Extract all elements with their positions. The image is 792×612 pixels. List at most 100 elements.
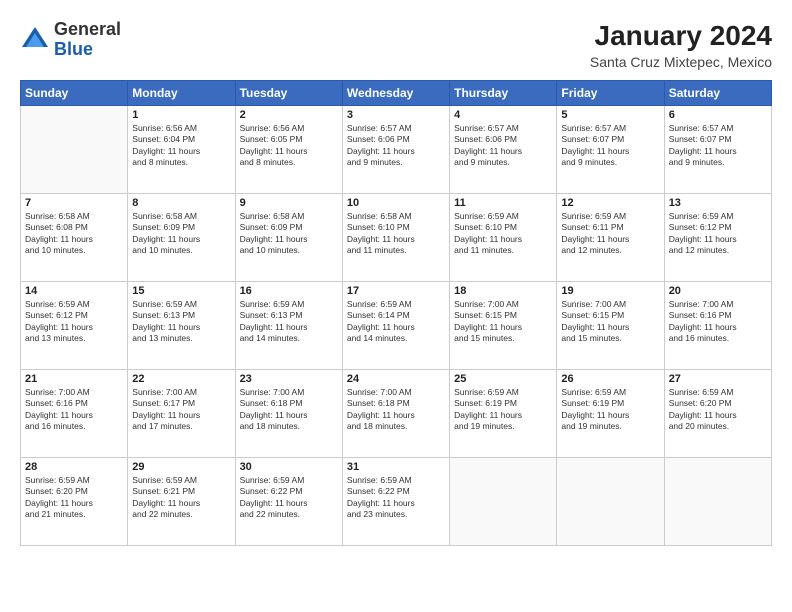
day-number: 16 bbox=[240, 285, 338, 297]
calendar-cell: 25Sunrise: 6:59 AMSunset: 6:19 PMDayligh… bbox=[450, 370, 557, 458]
calendar-cell: 26 Sunrise: 6:59 AMSunset: 6:19 PMDayligh… bbox=[557, 370, 664, 458]
calendar-cell: 17 Sunrise: 6:59 AMSunset: 6:14 PMDayligh… bbox=[342, 282, 449, 370]
day-number: 30 bbox=[240, 461, 338, 473]
calendar-cell: 24 Sunrise: 7:00 AMSunset: 6:18 PMDayligh… bbox=[342, 370, 449, 458]
calendar-header-row: SundayMondayTuesdayWednesdayThursdayFrid… bbox=[21, 81, 772, 106]
day-info: Sunrise: 6:56 AMSunset: 6:05 PMDaylight:… bbox=[240, 123, 338, 169]
day-number: 5 bbox=[561, 109, 659, 121]
calendar-cell: 7Sunrise: 6:58 AMSunset: 6:08 PMDaylight… bbox=[21, 194, 128, 282]
calendar-cell: 2 Sunrise: 6:56 AMSunset: 6:05 PMDaylight… bbox=[235, 106, 342, 194]
calendar-cell: 9 Sunrise: 6:58 AMSunset: 6:09 PMDaylight… bbox=[235, 194, 342, 282]
logo-icon bbox=[20, 25, 50, 55]
day-number: 12 bbox=[561, 197, 659, 209]
day-number: 24 bbox=[347, 373, 445, 385]
calendar-cell: 13Sunrise: 6:59 AMSunset: 6:12 PMDayligh… bbox=[664, 194, 771, 282]
day-info: Sunrise: 7:00 AMSunset: 6:16 PMDaylight:… bbox=[669, 299, 767, 345]
day-number: 8 bbox=[132, 197, 230, 209]
day-number: 10 bbox=[347, 197, 445, 209]
day-info: Sunrise: 6:57 AMSunset: 6:06 PMDaylight:… bbox=[454, 123, 552, 169]
day-header-saturday: Saturday bbox=[664, 81, 771, 106]
calendar-cell: 27 Sunrise: 6:59 AMSunset: 6:20 PMDayligh… bbox=[664, 370, 771, 458]
logo-general: General bbox=[54, 20, 121, 40]
day-number: 18 bbox=[454, 285, 552, 297]
calendar-cell: 4 Sunrise: 6:57 AMSunset: 6:06 PMDaylight… bbox=[450, 106, 557, 194]
calendar-cell: 5Sunrise: 6:57 AMSunset: 6:07 PMDaylight… bbox=[557, 106, 664, 194]
day-header-wednesday: Wednesday bbox=[342, 81, 449, 106]
day-header-friday: Friday bbox=[557, 81, 664, 106]
day-number: 25 bbox=[454, 373, 552, 385]
day-info: Sunrise: 6:59 AMSunset: 6:13 PMDaylight:… bbox=[240, 299, 338, 345]
logo-text: General Blue bbox=[54, 20, 121, 60]
calendar-cell: 6 Sunrise: 6:57 AMSunset: 6:07 PMDaylight… bbox=[664, 106, 771, 194]
day-number: 11 bbox=[454, 197, 552, 209]
calendar-cell: 23Sunrise: 7:00 AMSunset: 6:18 PMDayligh… bbox=[235, 370, 342, 458]
day-info: Sunrise: 6:59 AMSunset: 6:21 PMDaylight:… bbox=[132, 475, 230, 521]
day-number: 20 bbox=[669, 285, 767, 297]
day-number: 27 bbox=[669, 373, 767, 385]
day-info: Sunrise: 7:00 AMSunset: 6:18 PMDaylight:… bbox=[240, 387, 338, 433]
day-info: Sunrise: 7:00 AMSunset: 6:15 PMDaylight:… bbox=[561, 299, 659, 345]
day-info: Sunrise: 6:59 AMSunset: 6:11 PMDaylight:… bbox=[561, 211, 659, 257]
logo-blue: Blue bbox=[54, 40, 121, 60]
day-info: Sunrise: 6:59 AMSunset: 6:12 PMDaylight:… bbox=[25, 299, 123, 345]
calendar-cell: 16 Sunrise: 6:59 AMSunset: 6:13 PMDayligh… bbox=[235, 282, 342, 370]
day-info: Sunrise: 6:59 AMSunset: 6:20 PMDaylight:… bbox=[669, 387, 767, 433]
calendar-cell: 28 Sunrise: 6:59 AMSunset: 6:20 PMDayligh… bbox=[21, 458, 128, 546]
calendar-week-2: 7Sunrise: 6:58 AMSunset: 6:08 PMDaylight… bbox=[21, 194, 772, 282]
day-number: 28 bbox=[25, 461, 123, 473]
day-info: Sunrise: 6:58 AMSunset: 6:09 PMDaylight:… bbox=[240, 211, 338, 257]
day-info: Sunrise: 6:59 AMSunset: 6:22 PMDaylight:… bbox=[240, 475, 338, 521]
day-number: 2 bbox=[240, 109, 338, 121]
calendar-cell: 3Sunrise: 6:57 AMSunset: 6:06 PMDaylight… bbox=[342, 106, 449, 194]
calendar-cell: 30 Sunrise: 6:59 AMSunset: 6:22 PMDayligh… bbox=[235, 458, 342, 546]
day-info: Sunrise: 7:00 AMSunset: 6:18 PMDaylight:… bbox=[347, 387, 445, 433]
calendar-cell: 21 Sunrise: 7:00 AMSunset: 6:16 PMDayligh… bbox=[21, 370, 128, 458]
day-info: Sunrise: 6:59 AMSunset: 6:22 PMDaylight:… bbox=[347, 475, 445, 521]
calendar-cell: 11Sunrise: 6:59 AMSunset: 6:10 PMDayligh… bbox=[450, 194, 557, 282]
month-year: January 2024 bbox=[590, 20, 772, 52]
calendar-cell: 31Sunrise: 6:59 AMSunset: 6:22 PMDayligh… bbox=[342, 458, 449, 546]
day-info: Sunrise: 6:59 AMSunset: 6:13 PMDaylight:… bbox=[132, 299, 230, 345]
day-number: 21 bbox=[25, 373, 123, 385]
day-info: Sunrise: 6:59 AMSunset: 6:19 PMDaylight:… bbox=[561, 387, 659, 433]
calendar-cell: 8 Sunrise: 6:58 AMSunset: 6:09 PMDaylight… bbox=[128, 194, 235, 282]
day-info: Sunrise: 6:58 AMSunset: 6:10 PMDaylight:… bbox=[347, 211, 445, 257]
day-info: Sunrise: 6:59 AMSunset: 6:20 PMDaylight:… bbox=[25, 475, 123, 521]
day-header-tuesday: Tuesday bbox=[235, 81, 342, 106]
calendar-cell bbox=[557, 458, 664, 546]
day-number: 17 bbox=[347, 285, 445, 297]
title-block: January 2024 Santa Cruz Mixtepec, Mexico bbox=[590, 20, 772, 70]
day-number: 15 bbox=[132, 285, 230, 297]
day-info: Sunrise: 6:57 AMSunset: 6:07 PMDaylight:… bbox=[669, 123, 767, 169]
day-number: 4 bbox=[454, 109, 552, 121]
day-header-monday: Monday bbox=[128, 81, 235, 106]
location: Santa Cruz Mixtepec, Mexico bbox=[590, 54, 772, 70]
day-info: Sunrise: 6:59 AMSunset: 6:14 PMDaylight:… bbox=[347, 299, 445, 345]
day-number: 14 bbox=[25, 285, 123, 297]
day-number: 26 bbox=[561, 373, 659, 385]
calendar-week-5: 28 Sunrise: 6:59 AMSunset: 6:20 PMDayligh… bbox=[21, 458, 772, 546]
calendar-cell bbox=[664, 458, 771, 546]
calendar-cell: 14 Sunrise: 6:59 AMSunset: 6:12 PMDayligh… bbox=[21, 282, 128, 370]
calendar-cell: 10 Sunrise: 6:58 AMSunset: 6:10 PMDayligh… bbox=[342, 194, 449, 282]
day-number: 29 bbox=[132, 461, 230, 473]
day-number: 19 bbox=[561, 285, 659, 297]
day-number: 22 bbox=[132, 373, 230, 385]
calendar-week-3: 14 Sunrise: 6:59 AMSunset: 6:12 PMDayligh… bbox=[21, 282, 772, 370]
day-number: 7 bbox=[25, 197, 123, 209]
day-info: Sunrise: 6:58 AMSunset: 6:09 PMDaylight:… bbox=[132, 211, 230, 257]
page: General Blue January 2024 Santa Cruz Mix… bbox=[0, 0, 792, 612]
calendar-cell: 1Sunrise: 6:56 AMSunset: 6:04 PMDaylight… bbox=[128, 106, 235, 194]
header: General Blue January 2024 Santa Cruz Mix… bbox=[20, 20, 772, 70]
day-info: Sunrise: 6:57 AMSunset: 6:06 PMDaylight:… bbox=[347, 123, 445, 169]
day-number: 6 bbox=[669, 109, 767, 121]
calendar-cell: 22Sunrise: 7:00 AMSunset: 6:17 PMDayligh… bbox=[128, 370, 235, 458]
calendar-cell: 15 Sunrise: 6:59 AMSunset: 6:13 PMDayligh… bbox=[128, 282, 235, 370]
calendar-cell: 18Sunrise: 7:00 AMSunset: 6:15 PMDayligh… bbox=[450, 282, 557, 370]
calendar-week-1: 1Sunrise: 6:56 AMSunset: 6:04 PMDaylight… bbox=[21, 106, 772, 194]
calendar: SundayMondayTuesdayWednesdayThursdayFrid… bbox=[20, 80, 772, 546]
day-info: Sunrise: 7:00 AMSunset: 6:16 PMDaylight:… bbox=[25, 387, 123, 433]
day-header-thursday: Thursday bbox=[450, 81, 557, 106]
calendar-cell: 19 Sunrise: 7:00 AMSunset: 6:15 PMDayligh… bbox=[557, 282, 664, 370]
day-number: 9 bbox=[240, 197, 338, 209]
